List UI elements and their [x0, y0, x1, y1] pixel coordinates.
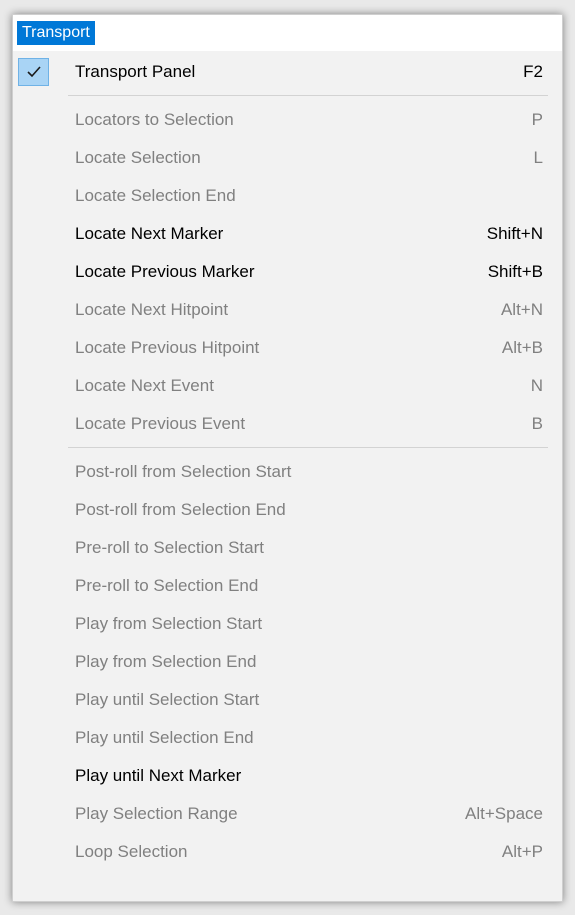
- menu-item-shortcut: Alt+N: [500, 300, 543, 319]
- checkmark-icon: [27, 66, 41, 78]
- menu-item-locate-selection-end[interactable]: Locate Selection End: [13, 177, 562, 215]
- menu-item-shortcut: F2: [523, 62, 543, 81]
- menu-item-locate-previous-marker[interactable]: Locate Previous Marker Shift+B: [13, 253, 562, 291]
- menu-item-label: Locate Next Marker: [75, 224, 224, 243]
- menu-item-post-roll-from-selection-start[interactable]: Post-roll from Selection Start: [13, 453, 562, 491]
- menu-item-shortcut: Shift+N: [486, 224, 543, 243]
- menu-item-play-until-selection-end[interactable]: Play until Selection End: [13, 719, 562, 757]
- menu-item-locate-previous-hitpoint[interactable]: Locate Previous Hitpoint Alt+B: [13, 329, 562, 367]
- menu-item-label: Locate Next Event: [75, 376, 214, 395]
- menu-item-label: Transport Panel: [75, 62, 196, 81]
- menu-item-loop-selection[interactable]: Loop Selection Alt+P: [13, 833, 562, 871]
- menu-group-locate: Locators to Selection P Locate Selection L L…: [13, 101, 562, 443]
- menu-items: Transport Panel F2 Locators to Selection…: [13, 53, 562, 871]
- menu-item-locate-previous-event[interactable]: Locate Previous Event B: [13, 405, 562, 443]
- menu-item-shortcut: Alt+P: [501, 842, 543, 861]
- menu-item-label: Pre-roll to Selection Start: [75, 538, 264, 557]
- menu-bar: Transport: [13, 15, 562, 51]
- menu-item-label: Loop Selection: [75, 842, 188, 861]
- menu-item-label: Post-roll from Selection Start: [75, 462, 292, 481]
- menu-item-label: Play until Selection End: [75, 728, 254, 747]
- menu-item-shortcut: N: [530, 376, 543, 395]
- menu-item-shortcut: Shift+B: [487, 262, 543, 281]
- menu-item-shortcut: P: [531, 110, 543, 129]
- menu-item-label: Play from Selection End: [75, 652, 257, 671]
- menu-item-pre-roll-to-selection-start[interactable]: Pre-roll to Selection Start: [13, 529, 562, 567]
- menu-item-label: Locators to Selection: [75, 110, 234, 129]
- menu-item-pre-roll-to-selection-end[interactable]: Pre-roll to Selection End: [13, 567, 562, 605]
- menu-item-shortcut: L: [533, 148, 543, 167]
- menu-item-locate-next-hitpoint[interactable]: Locate Next Hitpoint Alt+N: [13, 291, 562, 329]
- menu-item-label: Play from Selection Start: [75, 614, 263, 633]
- menu-item-transport-panel[interactable]: Transport Panel F2: [13, 53, 562, 91]
- menu-item-label: Play until Selection Start: [75, 690, 260, 709]
- menu-item-label: Locate Selection End: [75, 186, 236, 205]
- menu-item-play-until-selection-start[interactable]: Play until Selection Start: [13, 681, 562, 719]
- menu-item-label: Post-roll from Selection End: [75, 500, 286, 519]
- menu-item-play-from-selection-end[interactable]: Play from Selection End: [13, 643, 562, 681]
- menu-item-label: Locate Previous Hitpoint: [75, 338, 260, 357]
- menu-item-label: Play Selection Range: [75, 804, 238, 823]
- menu-item-locators-to-selection[interactable]: Locators to Selection P: [13, 101, 562, 139]
- menu-item-shortcut: Alt+B: [501, 338, 543, 357]
- menu-item-locate-selection[interactable]: Locate Selection L: [13, 139, 562, 177]
- menu-separator: [13, 443, 562, 453]
- menu-separator: [13, 91, 562, 101]
- menu-item-label: Play until Next Marker: [75, 766, 242, 785]
- checkmark-box: [18, 58, 49, 86]
- menu-item-play-selection-range[interactable]: Play Selection Range Alt+Space: [13, 795, 562, 833]
- menu-item-play-from-selection-start[interactable]: Play from Selection Start: [13, 605, 562, 643]
- menu-item-label: Locate Previous Marker: [75, 262, 255, 281]
- menu-item-label: Locate Next Hitpoint: [75, 300, 229, 319]
- menu-item-play-until-next-marker[interactable]: Play until Next Marker: [13, 757, 562, 795]
- menu-item-label: Locate Previous Event: [75, 414, 246, 433]
- menu-item-shortcut: Alt+Space: [465, 804, 543, 823]
- menu-item-label: Locate Selection: [75, 148, 201, 167]
- menu-group-play: Post-roll from Selection Start Post-roll …: [13, 453, 562, 871]
- menu-item-label: Pre-roll to Selection End: [75, 576, 259, 595]
- menu-item-shortcut: B: [531, 414, 543, 433]
- transport-menu: Transport Transport Panel F2 Locators to…: [12, 14, 563, 902]
- menu-item-locate-next-marker[interactable]: Locate Next Marker Shift+N: [13, 215, 562, 253]
- menu-title-transport[interactable]: Transport: [17, 21, 95, 45]
- menu-item-locate-next-event[interactable]: Locate Next Event N: [13, 367, 562, 405]
- menu-item-post-roll-from-selection-end[interactable]: Post-roll from Selection End: [13, 491, 562, 529]
